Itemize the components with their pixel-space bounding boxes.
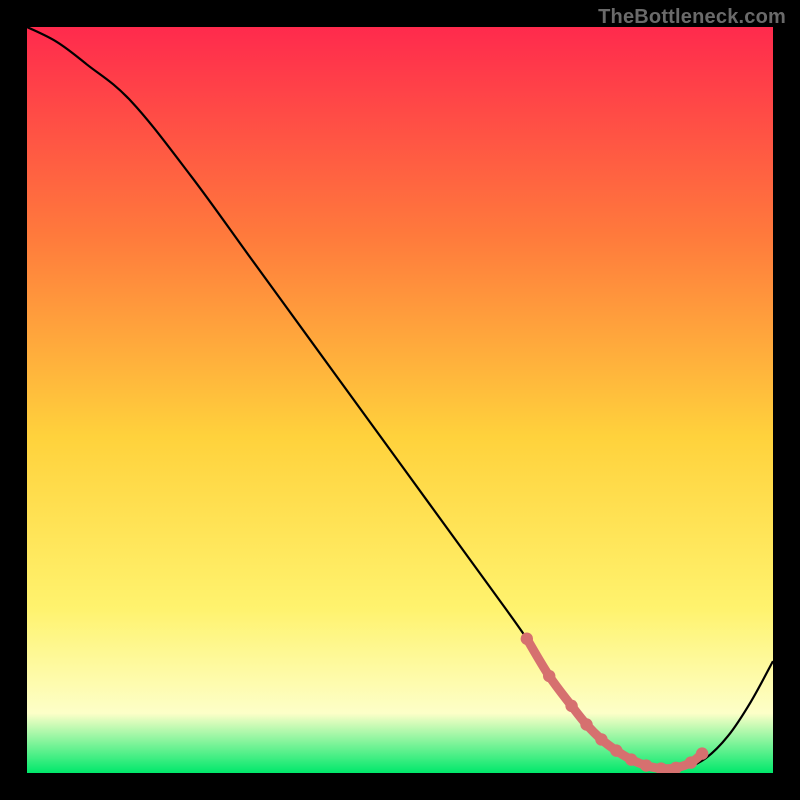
chart-container: TheBottleneck.com (0, 0, 800, 800)
valley-marker-dot (565, 700, 577, 712)
valley-marker-dot (580, 718, 592, 730)
valley-marker-dot (595, 733, 607, 745)
valley-marker-dot (685, 756, 697, 768)
valley-marker-dot (543, 670, 555, 682)
valley-marker-dot (640, 759, 652, 771)
valley-marker-dot (521, 633, 533, 645)
chart-svg (27, 27, 773, 773)
plot-area (27, 27, 773, 773)
valley-marker-dot (625, 753, 637, 765)
watermark-text: TheBottleneck.com (598, 6, 786, 29)
gradient-background (27, 27, 773, 773)
valley-marker-dot (696, 747, 708, 759)
valley-marker-dot (610, 744, 622, 756)
